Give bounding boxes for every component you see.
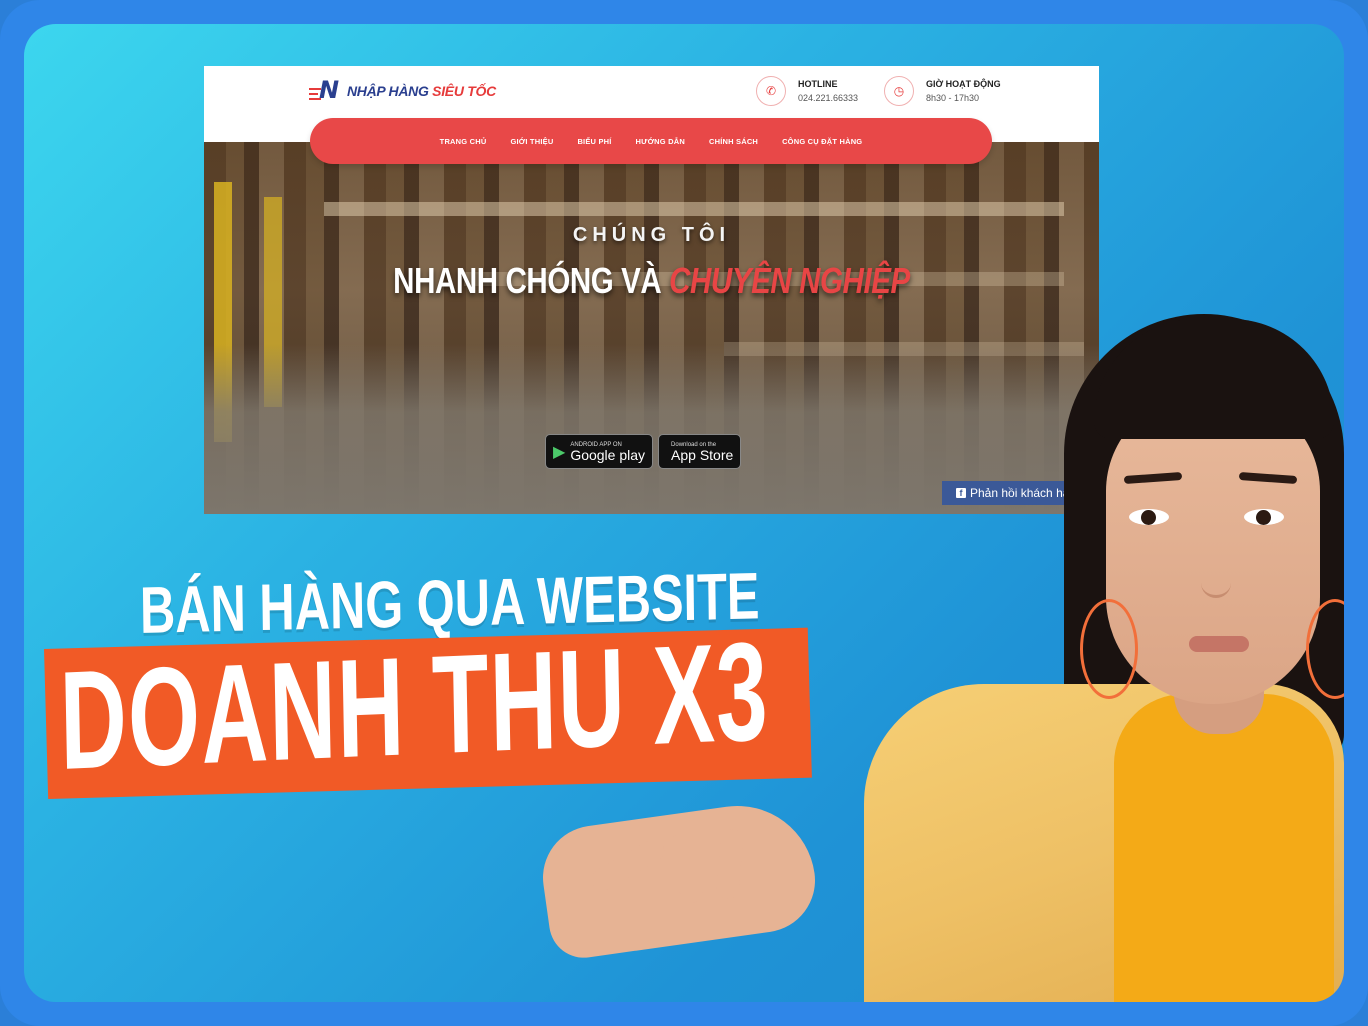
hero-title-white: NHANH CHÓNG VÀ — [393, 260, 670, 301]
nav-item-home[interactable]: TRANG CHỦ — [440, 137, 487, 146]
mouth — [1189, 636, 1249, 652]
nav-item-pricing[interactable]: BIỂU PHÍ — [577, 137, 611, 146]
hours-block: ◷ GIỜ HOẠT ĐỘNG 8h30 - 17h30 — [884, 76, 1001, 106]
google-play-button[interactable]: ▶ ANDROID APP ON Google play — [545, 434, 654, 469]
logo-mark-icon: N — [309, 76, 343, 104]
earring-left — [1080, 599, 1138, 699]
banner-canvas: N NHẬP HÀNG SIÊU TỐC ✆ HOTLINE 024.221.6… — [24, 24, 1344, 1002]
hero-title: NHANH CHÓNG VÀ CHUYÊN NGHIỆP — [285, 260, 1019, 302]
right-eye — [1244, 509, 1284, 525]
play-icon: ▶ — [553, 443, 566, 461]
nav-item-guide[interactable]: HƯỚNG DẪN — [636, 137, 685, 146]
logo-text: NHẬP HÀNG SIÊU TỐC — [347, 83, 496, 99]
hours-value: 8h30 - 17h30 — [926, 93, 980, 103]
hero-kicker: CHÚNG TÔI — [572, 224, 731, 246]
headline-line-2: DOANH THU X3 — [58, 612, 771, 799]
hotline-title: HOTLINE — [798, 79, 838, 89]
shirt — [1114, 694, 1334, 1002]
hotline-number: 024.221.66333 — [798, 93, 859, 103]
hours-title: GIỜ HOẠT ĐỘNG — [926, 79, 1001, 89]
woman-photo — [536, 314, 1344, 1002]
nav-item-order-tool[interactable]: CÔNG CỤ ĐẶT HÀNG — [782, 137, 862, 146]
face — [1106, 394, 1320, 704]
clock-icon: ◷ — [884, 76, 914, 106]
store-buttons: ▶ ANDROID APP ON Google play Download on… — [545, 434, 742, 469]
app-store-button[interactable]: Download on the App Store — [658, 434, 742, 469]
hero-title-red: CHUYÊN NGHIỆP — [669, 260, 910, 301]
left-eye — [1129, 509, 1169, 525]
site-logo[interactable]: N NHẬP HÀNG SIÊU TỐC — [309, 76, 496, 104]
main-nav: TRANG CHỦ GIỚI THIỆU BIỂU PHÍ HƯỚNG DẪN … — [310, 118, 992, 164]
phone-icon: ✆ — [756, 76, 786, 106]
nav-item-about[interactable]: GIỚI THIỆU — [510, 137, 553, 146]
outer-frame: N NHẬP HÀNG SIÊU TỐC ✆ HOTLINE 024.221.6… — [0, 0, 1368, 1026]
nav-item-policy[interactable]: CHÍNH SÁCH — [709, 137, 758, 146]
hotline-block[interactable]: ✆ HOTLINE 024.221.66333 — [756, 76, 858, 106]
